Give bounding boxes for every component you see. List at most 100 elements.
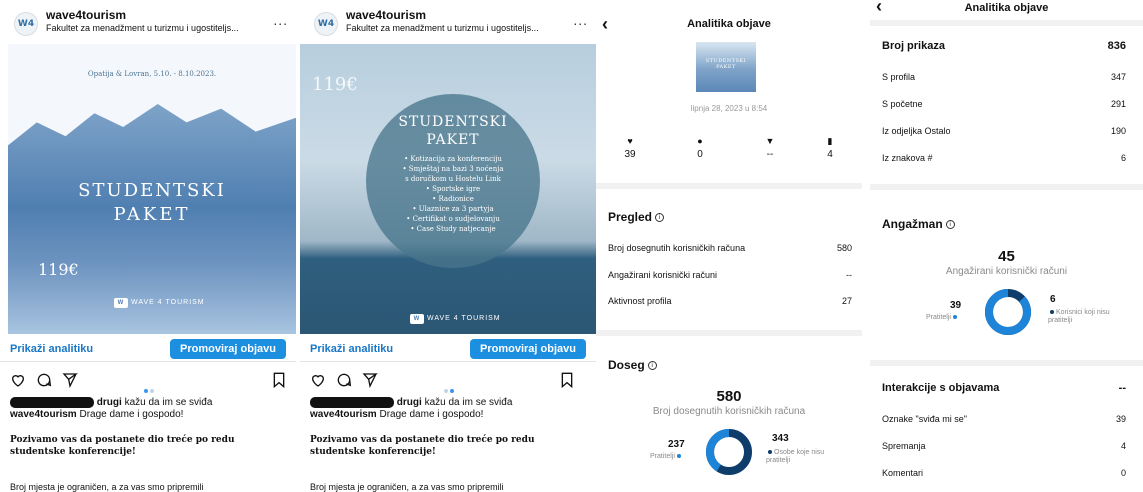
- price-label: 119€: [38, 260, 79, 279]
- info-icon[interactable]: i: [655, 213, 665, 223]
- followers-legend: Pratitelji: [650, 453, 683, 461]
- analytics-panel-1: ‹ Analitika objave STUDENTSKI PAKET lipn…: [596, 0, 862, 492]
- divider: [870, 360, 1143, 366]
- list-item: • Certifikat o sudjelovanju: [406, 215, 500, 223]
- redacted-names: [10, 397, 94, 408]
- analytics-header: ‹ Analitika objave: [596, 0, 862, 40]
- interaction-row: Spremanja 4: [882, 441, 1126, 451]
- caption-paragraph-2: Broj mjesta je ograničen, a za vas smo p…: [10, 482, 204, 492]
- info-icon[interactable]: i: [945, 220, 955, 230]
- share-icon: ▼: [765, 136, 775, 146]
- brand-watermark: W WAVE 4 TOURISM: [114, 298, 205, 308]
- impressions-row: S profila 347: [882, 72, 1126, 82]
- followers-dot: [952, 315, 957, 320]
- info-icon[interactable]: i: [647, 361, 657, 371]
- list-item: • Sportske igre: [425, 185, 481, 193]
- caption-username[interactable]: wave4tourism: [10, 409, 77, 420]
- nonfollowers-value: 6: [1050, 294, 1056, 305]
- brand-text: WAVE 4 TOURISM: [131, 299, 205, 306]
- image-title-line-2: PAKET: [426, 132, 480, 148]
- promotion-bar: Prikaži analitiku Promoviraj objavu: [300, 336, 596, 362]
- bookmark-icon[interactable]: [560, 372, 574, 388]
- like-icon[interactable]: [10, 372, 26, 388]
- comment-icon[interactable]: [36, 372, 52, 388]
- promote-button[interactable]: Promoviraj objavu: [470, 339, 586, 359]
- promotion-bar: Prikaži analitiku Promoviraj objavu: [0, 336, 296, 362]
- promote-button[interactable]: Promoviraj objavu: [170, 339, 286, 359]
- bookmark-icon: ▮: [827, 136, 833, 146]
- heart-icon: ♥: [627, 136, 633, 146]
- nonfollowers-value: 343: [772, 433, 789, 444]
- account-name[interactable]: wave4tourism: [346, 8, 426, 22]
- caption-username[interactable]: wave4tourism: [310, 409, 377, 420]
- interaction-row: Oznake "sviđa mi se" 39: [882, 414, 1126, 424]
- followers-dot: [676, 454, 681, 459]
- interactions-total-row: Interakcije s objavama --: [882, 382, 1126, 394]
- divider: [870, 20, 1143, 26]
- analytics-header: ‹ Analitika objave: [870, 0, 1143, 20]
- overview-row[interactable]: Angažirani korisnički računi --: [608, 270, 852, 282]
- post-header: W4 wave4tourism Fakultet za menadžment u…: [300, 0, 596, 40]
- share-icon[interactable]: [362, 372, 378, 388]
- post-date: lipnja 28, 2023 u 8:54: [690, 104, 768, 113]
- likes-line: drugi kažu da im se sviđa wave4tourism D…: [10, 397, 290, 421]
- brand-logo-icon: W: [410, 314, 424, 324]
- interaction-row: Komentari 0: [882, 468, 1126, 478]
- post-panel-1: W4 wave4tourism Fakultet za menadžment u…: [0, 0, 296, 492]
- brand-watermark: W WAVE 4 TOURISM: [410, 314, 501, 324]
- followers-legend: Pratitelji: [926, 314, 959, 322]
- view-insights-link[interactable]: Prikaži analitiku: [310, 343, 393, 355]
- likes-suffix: kažu da im se sviđa: [424, 397, 513, 409]
- caption-paragraph-1: Pozivamo vas da postanete dio treće po r…: [310, 435, 535, 457]
- likes-count[interactable]: drugi: [397, 397, 422, 408]
- avatar[interactable]: W4: [14, 12, 38, 36]
- brand-logo-icon: W: [114, 298, 128, 308]
- followers-value: 39: [950, 300, 962, 311]
- list-item: s doručkom u Hostelu Link: [405, 175, 501, 183]
- more-options-icon[interactable]: ...: [573, 12, 588, 28]
- overview-row[interactable]: Aktivnost profila 27: [608, 296, 852, 308]
- impressions-row: Iz znakova #6: [882, 153, 1126, 163]
- list-item: • Ulaznice za 3 partyja: [412, 205, 494, 213]
- account-name[interactable]: wave4tourism: [46, 8, 126, 22]
- comment-icon[interactable]: [336, 372, 352, 388]
- comments-stat: ● 0: [680, 136, 720, 160]
- saves-stat: ▮ 4: [810, 136, 850, 160]
- comment-icon: ●: [697, 136, 703, 146]
- post-thumbnail[interactable]: STUDENTSKI PAKET: [696, 42, 756, 92]
- list-item: • Kotizacija za konferenciju: [404, 155, 502, 163]
- nonfollowers-dot: [768, 450, 772, 455]
- thumbnail-text: STUDENTSKI PAKET: [705, 58, 747, 70]
- divider: [870, 184, 1143, 190]
- carousel-indicator: [144, 380, 156, 398]
- image-title-line-2: PAKET: [113, 204, 191, 225]
- likes-suffix: kažu da im se sviđa: [124, 397, 213, 409]
- redacted-names: [310, 397, 394, 408]
- divider: [596, 330, 862, 336]
- reach-donut-chart: [706, 429, 752, 475]
- like-icon[interactable]: [310, 372, 326, 388]
- post-header: W4 wave4tourism Fakultet za menadžment u…: [0, 0, 296, 40]
- likes-count[interactable]: drugi: [97, 397, 122, 408]
- package-list: • Kotizacija za konferenciju • Smještaj …: [370, 154, 536, 234]
- bookmark-icon[interactable]: [272, 372, 286, 388]
- post-image[interactable]: 119€ STUDENTSKI PAKET • Kotizacija za ko…: [300, 44, 596, 334]
- page-title: Analitika objave: [964, 2, 1049, 14]
- overview-row[interactable]: Broj dosegnutih korisničkih računa 580: [608, 243, 852, 255]
- reach-total: 580: [716, 388, 742, 405]
- view-insights-link[interactable]: Prikaži analitiku: [10, 343, 93, 355]
- image-title-line-1: STUDENTSKI: [398, 114, 508, 130]
- avatar[interactable]: W4: [314, 12, 338, 36]
- nonfollowers-legend: Osobe koje nisu pratitelji: [766, 449, 825, 464]
- caption-start: Drage dame i gospodo!: [79, 409, 184, 421]
- overview-title: Pregled i: [608, 210, 665, 224]
- nonfollowers-legend: Korisnici koji nisu pratitelji: [1048, 309, 1110, 324]
- more-options-icon[interactable]: ...: [273, 12, 288, 28]
- analytics-panel-2: ‹ Analitika objave Broj prikaza 836 S pro…: [870, 0, 1143, 492]
- account-subtitle: Fakultet za menadžment u turizmu i ugost…: [346, 23, 539, 33]
- share-icon[interactable]: [62, 372, 78, 388]
- likes-line: drugi kažu da im se sviđa wave4tourism D…: [310, 397, 590, 421]
- post-image[interactable]: Opatija & Lovran, 5.10. - 8.10.2023. STU…: [8, 44, 296, 334]
- engaged-label: Angažirani korisnički računi: [945, 266, 1068, 277]
- engaged-total: 45: [998, 248, 1015, 265]
